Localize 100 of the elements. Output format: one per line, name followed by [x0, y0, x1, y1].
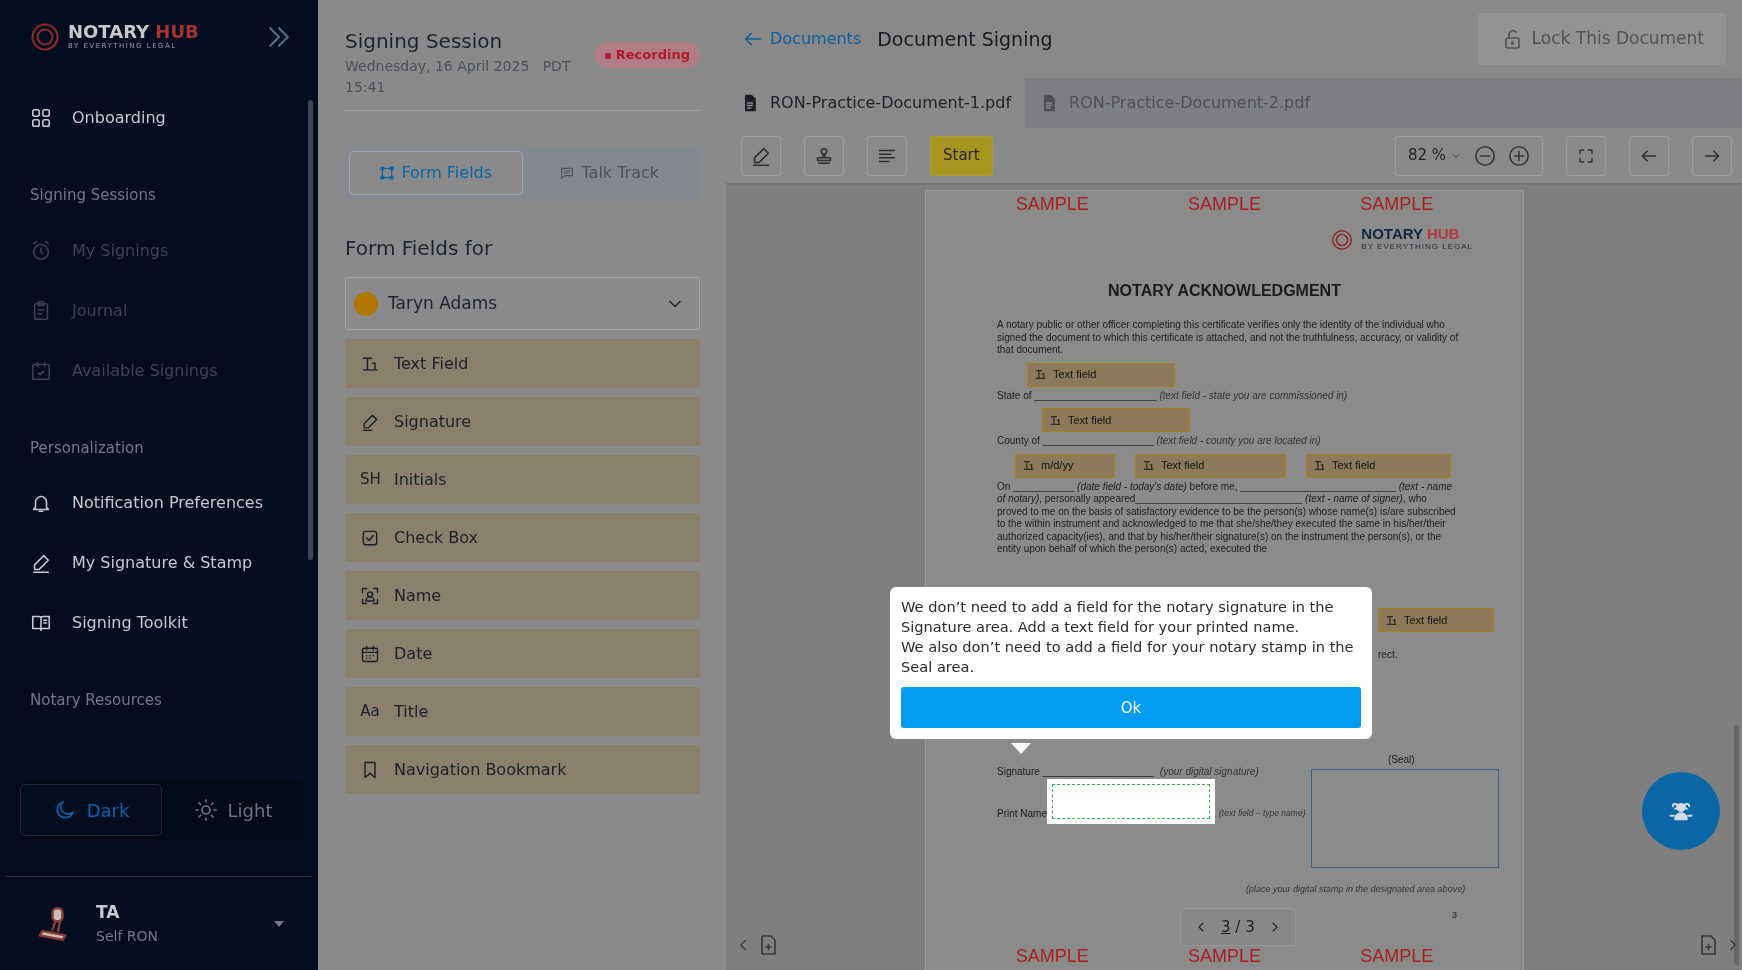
county-line: County of ____________________: [997, 435, 1154, 446]
sidebar-item[interactable]: Notification Preferences: [30, 473, 318, 533]
placed-text-field[interactable]: Text field: [1135, 453, 1286, 478]
field-hint: (text field - county you are located in): [1156, 435, 1321, 446]
sample-watermark: SAMPLE: [1015, 193, 1089, 216]
sample-watermark: SAMPLE: [1360, 945, 1434, 968]
field-type-item[interactable]: SH Initials: [345, 455, 700, 504]
acknowledgment-paragraph: On ___________ (date field - today's date) before me, ____________________________ (text - name of notary), personally appeared______________________________ (text - name of signer), who proved to me on the basis of satisfactory evidence to be the person(s) whose name(s) is/are subscribed to the within instrument and acknowledged to me that she/she/they executed the same in his/her/their authorized capacity(ies), and that by his/her/their signature(s) on the instrument the person(s), or the entity upon behalf of which the person(s) acted, executed the: [997, 480, 1457, 556]
theme-button[interactable]: Dark: [20, 784, 162, 836]
field-type-item[interactable]: Check Box: [345, 513, 700, 562]
calendar-check-icon: [30, 359, 52, 382]
sidebar-item[interactable]: Signing Toolkit: [30, 593, 318, 653]
sample-watermark: SAMPLE: [1360, 193, 1434, 216]
paragraph-fragment: rect.: [1378, 648, 1398, 662]
stamp-tool-button[interactable]: [804, 135, 844, 176]
signature-line: Signature ____________________: [997, 765, 1154, 779]
field-hint: (text field – type name): [1219, 807, 1306, 820]
page-indicator: 3 / 3: [1221, 916, 1255, 938]
print-name-field[interactable]: [1047, 779, 1215, 824]
zoom-select[interactable]: 82 %: [1407, 144, 1462, 167]
grid-icon: [30, 107, 52, 129]
seal-label: (Seal): [1388, 753, 1415, 767]
fullscreen-button[interactable]: [1566, 135, 1606, 176]
recording-badge: Recording: [595, 42, 700, 68]
plus-circle-icon: [1508, 144, 1530, 167]
chat-icon: [559, 165, 576, 181]
person-frame-icon: [360, 585, 380, 606]
logo-tagline: BY EVERYTHING LEGAL: [1361, 241, 1473, 253]
signer-dropdown[interactable]: Taryn Adams: [345, 277, 700, 330]
sample-watermark: SAMPLE: [1187, 193, 1261, 216]
tooltip-text: We don’t need to add a field for the notary signature in the Signature area. Add a text field for your printed name.: [901, 597, 1335, 637]
field-hint: (text field - state you are commissioned in): [1159, 389, 1348, 401]
nodes-square-icon: [379, 165, 396, 181]
glyph-icon: Aa: [360, 700, 380, 723]
field-type-item[interactable]: Navigation Bookmark: [345, 745, 700, 794]
calendar-icon: [360, 643, 380, 664]
field-type-item[interactable]: Name: [345, 571, 700, 620]
logo-wordmark: NOTARY HUB: [68, 22, 199, 41]
session-date: Wednesday, 16 April 2025: [345, 58, 530, 74]
text-field-icon: [1385, 613, 1398, 627]
session-title: Signing Session: [345, 28, 504, 55]
tooltip-pointer: [1011, 743, 1031, 754]
intro-paragraph: A notary public or other officer completing this certificate verifies only the identity of the individual who signed the document to which this certificate is attached, and not the truthfulness, accuracy, or validity of that document.: [997, 319, 1459, 357]
sun-icon: [193, 798, 218, 822]
caret-icon[interactable]: [274, 920, 284, 927]
sample-watermark: SAMPLE: [1187, 945, 1261, 968]
form-fields-heading: Form Fields for: [345, 235, 494, 262]
file-tab[interactable]: RON-Practice-Document-1.pdf: [726, 78, 1025, 128]
sidebar-item[interactable]: Onboarding: [30, 88, 318, 148]
field-type-item[interactable]: Aa Title: [345, 687, 700, 736]
glyph-icon: SH: [360, 468, 380, 491]
scrollbar[interactable]: [1734, 725, 1739, 965]
session-time: 15:41: [345, 79, 386, 95]
zoom-out-button[interactable]: [1474, 144, 1496, 167]
state-line: State of ______________________: [997, 389, 1157, 401]
scrollbar[interactable]: [308, 100, 313, 560]
field-hint: (your digital signature): [1159, 765, 1259, 779]
section-heading: Signing Sessions: [30, 185, 157, 206]
previous-button[interactable]: [1629, 135, 1669, 176]
text-field-icon: [1142, 459, 1155, 472]
placed-text-field[interactable]: Text field: [1378, 608, 1494, 632]
page-number: 3: [1452, 909, 1457, 922]
field-type-item[interactable]: Date: [345, 629, 700, 678]
field-type-item[interactable]: Text Field: [345, 339, 700, 388]
sample-watermark: SAMPLE: [1015, 945, 1089, 968]
stamp-note: (place your digital stamp in the designated area above): [1246, 883, 1466, 896]
placed-text-field[interactable]: Text field: [1027, 362, 1175, 387]
text-field-icon: [1313, 459, 1326, 472]
logo-wordmark: NOTARY HUB: [1361, 226, 1461, 241]
print-name-label: Print Name: [997, 807, 1047, 821]
tooltip-text: We also don’t need to add a field for your notary stamp in the Seal area.: [901, 637, 1355, 677]
placed-text-field[interactable]: m/d/yy: [1015, 453, 1115, 478]
seal-logo-icon: [1331, 228, 1354, 251]
placed-text-field[interactable]: Text field: [1306, 453, 1451, 478]
theme-button[interactable]: Light: [162, 784, 304, 836]
zoom-in-button[interactable]: [1508, 144, 1530, 167]
pencil-tool-button[interactable]: [741, 135, 781, 176]
session-timezone: PDT: [542, 58, 571, 74]
text-field-icon: [1022, 459, 1035, 472]
user-role: Self RON: [96, 926, 158, 946]
fullscreen-icon: [1577, 146, 1595, 165]
ok-button[interactable]: Ok: [901, 687, 1361, 728]
start-button[interactable]: Start: [930, 135, 993, 176]
seal-logo-icon: [30, 22, 60, 52]
field-type-item[interactable]: Signature: [345, 397, 700, 446]
section-heading: Notary Resources: [30, 690, 163, 711]
placed-text-field[interactable]: Text field: [1042, 408, 1190, 432]
align-tool-button[interactable]: [867, 135, 907, 176]
alarm-clock-icon: [30, 239, 52, 262]
minus-circle-icon: [1474, 144, 1496, 167]
pencil-icon: [30, 552, 52, 574]
lock-button[interactable]: Lock This Document: [1477, 13, 1726, 65]
section-heading: Personalization: [30, 437, 145, 459]
sidebar-item[interactable]: My Signature & Stamp: [30, 533, 318, 593]
text-field-icon: [1034, 368, 1047, 381]
text-field-icon: [1049, 413, 1062, 427]
next-button[interactable]: [1692, 135, 1732, 176]
user-initials: TA: [96, 901, 121, 925]
page-title: Document Signing: [877, 26, 1053, 52]
document-heading: NOTARY ACKNOWLEDGMENT: [1107, 281, 1342, 301]
